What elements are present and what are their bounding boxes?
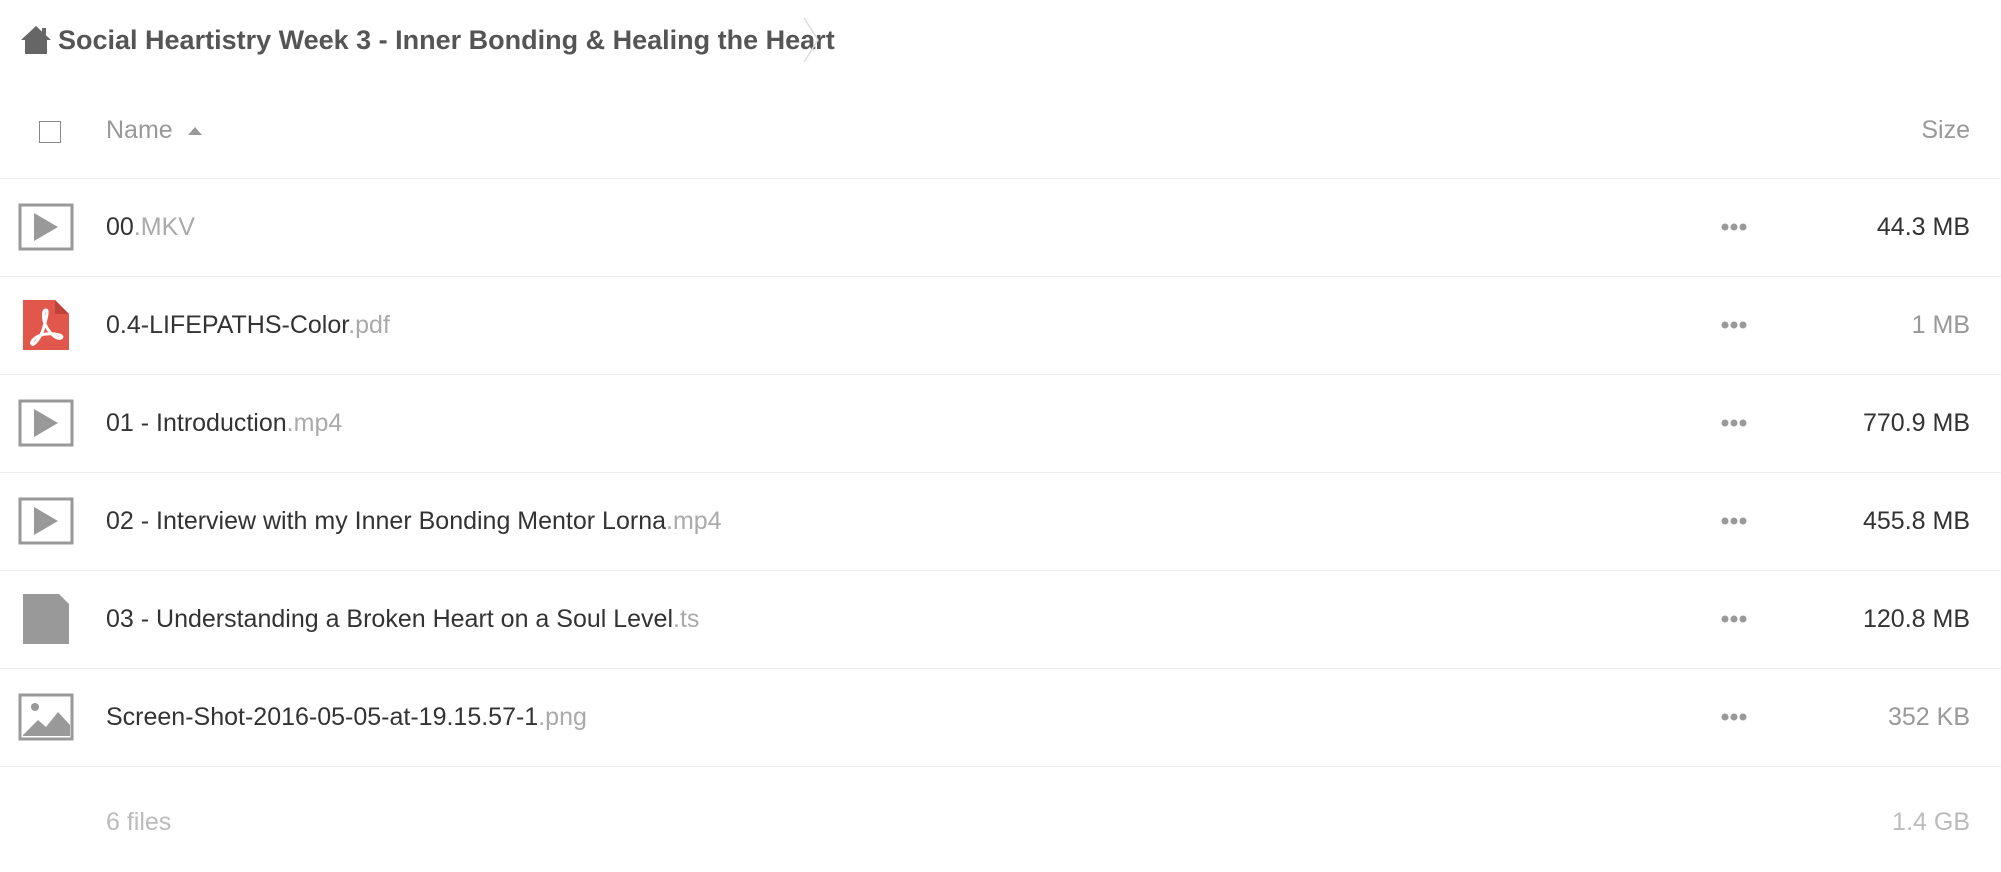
breadcrumb: Social Heartistry Week 3 - Inner Bonding…: [0, 0, 2001, 80]
sort-ascending-icon: [187, 126, 202, 135]
file-list-summary: 6 files 1.4 GB: [0, 800, 2001, 850]
file-size: 1 MB: [1911, 311, 1970, 339]
file-name[interactable]: 03 - Understanding a Broken Heart on a S…: [106, 602, 699, 636]
file-row[interactable]: 02 - Interview with my Inner Bonding Men…: [0, 473, 2001, 571]
file-extension: .ts: [673, 605, 700, 633]
file-icon: [18, 594, 74, 644]
home-icon[interactable]: [20, 25, 52, 55]
file-size: 770.9 MB: [1862, 409, 1970, 437]
file-name[interactable]: 01 - Introduction.mp4: [106, 406, 342, 440]
file-row[interactable]: Screen-Shot-2016-05-05-at-19.15.57-1.png…: [0, 669, 2001, 767]
file-count: 6 files: [106, 808, 172, 836]
more-options-icon[interactable]: [1719, 511, 1749, 531]
name-column-header[interactable]: Name: [106, 116, 203, 145]
file-name[interactable]: 0.4-LIFEPATHS-Color.pdf: [106, 308, 390, 342]
video-icon: [18, 496, 74, 546]
more-options-icon[interactable]: [1719, 609, 1749, 629]
pdf-icon: [18, 300, 74, 350]
file-list: 00.MKV 44.3 MB 0.4-LIFEPATHS-Color.pdf 1 MB…: [0, 179, 2001, 767]
file-row[interactable]: 0.4-LIFEPATHS-Color.pdf 1 MB: [0, 277, 2001, 375]
more-options-icon[interactable]: [1719, 217, 1749, 237]
breadcrumb-current-folder[interactable]: Social Heartistry Week 3 - Inner Bonding…: [58, 22, 835, 58]
file-base-name: 0.4-LIFEPATHS-Color: [106, 311, 349, 339]
file-base-name: Screen-Shot-2016-05-05-at-19.15.57-1: [106, 703, 539, 731]
file-size: 352 KB: [1887, 703, 1970, 731]
file-row[interactable]: 00.MKV 44.3 MB: [0, 179, 2001, 277]
file-name[interactable]: 02 - Interview with my Inner Bonding Men…: [106, 504, 722, 538]
file-size: 120.8 MB: [1862, 605, 1970, 633]
file-size: 44.3 MB: [1876, 213, 1970, 241]
file-name[interactable]: 00.MKV: [106, 210, 195, 244]
file-size: 455.8 MB: [1862, 507, 1970, 535]
video-icon: [18, 398, 74, 448]
more-options-icon[interactable]: [1719, 315, 1749, 335]
file-base-name: 01 - Introduction: [106, 409, 287, 437]
file-base-name: 02 - Interview with my Inner Bonding Men…: [106, 507, 666, 535]
file-row[interactable]: 03 - Understanding a Broken Heart on a S…: [0, 571, 2001, 669]
file-extension: .mp4: [666, 507, 722, 535]
file-list-header: Name Size: [0, 90, 2001, 179]
more-options-icon[interactable]: [1719, 707, 1749, 727]
file-base-name: 00: [106, 213, 134, 241]
size-column-header[interactable]: Size: [1921, 116, 1970, 145]
file-name[interactable]: Screen-Shot-2016-05-05-at-19.15.57-1.png: [106, 700, 587, 734]
file-extension: .pdf: [348, 311, 390, 339]
total-size: 1.4 GB: [1892, 808, 1970, 836]
file-extension: .mp4: [286, 409, 343, 437]
file-row[interactable]: 01 - Introduction.mp4 770.9 MB: [0, 375, 2001, 473]
file-base-name: 03 - Understanding a Broken Heart on a S…: [106, 605, 674, 633]
breadcrumb-separator-icon: [803, 17, 819, 63]
select-all-checkbox[interactable]: [39, 121, 61, 143]
name-column-label: Name: [106, 116, 173, 144]
file-extension: .png: [538, 703, 587, 731]
image-icon: [18, 692, 74, 742]
more-options-icon[interactable]: [1719, 413, 1749, 433]
file-extension: .MKV: [133, 213, 195, 241]
video-icon: [18, 202, 74, 252]
